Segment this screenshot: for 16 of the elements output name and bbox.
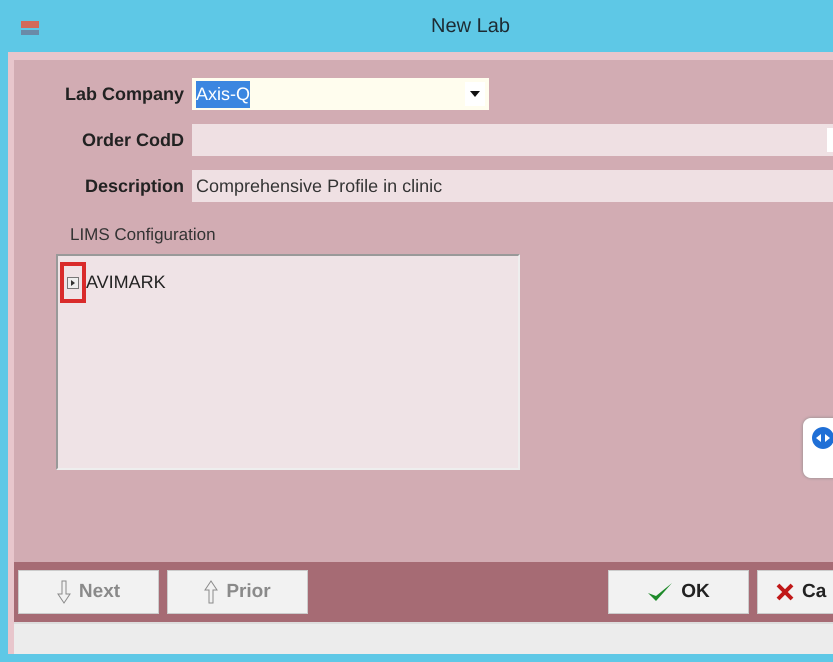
window-title: New Lab xyxy=(431,14,510,39)
button[interactable]: Ca xyxy=(757,570,833,614)
field-label: Order CodD xyxy=(80,128,185,152)
field-label: Description xyxy=(84,174,185,198)
tree-item[interactable]: AVIMARK xyxy=(86,268,166,296)
remote-tab-icon xyxy=(803,418,833,478)
up-arrow-icon xyxy=(204,580,218,604)
close-icon xyxy=(776,583,794,601)
down-arrow-icon xyxy=(56,580,71,604)
caret-icon xyxy=(465,82,485,106)
text-field[interactable]: Comprehensive Profile in clinic xyxy=(192,170,833,202)
button[interactable]: OK xyxy=(608,570,749,614)
check-icon xyxy=(647,581,674,603)
combo-box[interactable]: Axis-Q xyxy=(192,78,489,110)
field-label: Lab Company xyxy=(64,82,185,106)
section-label: LIMS Configuration xyxy=(70,224,217,246)
